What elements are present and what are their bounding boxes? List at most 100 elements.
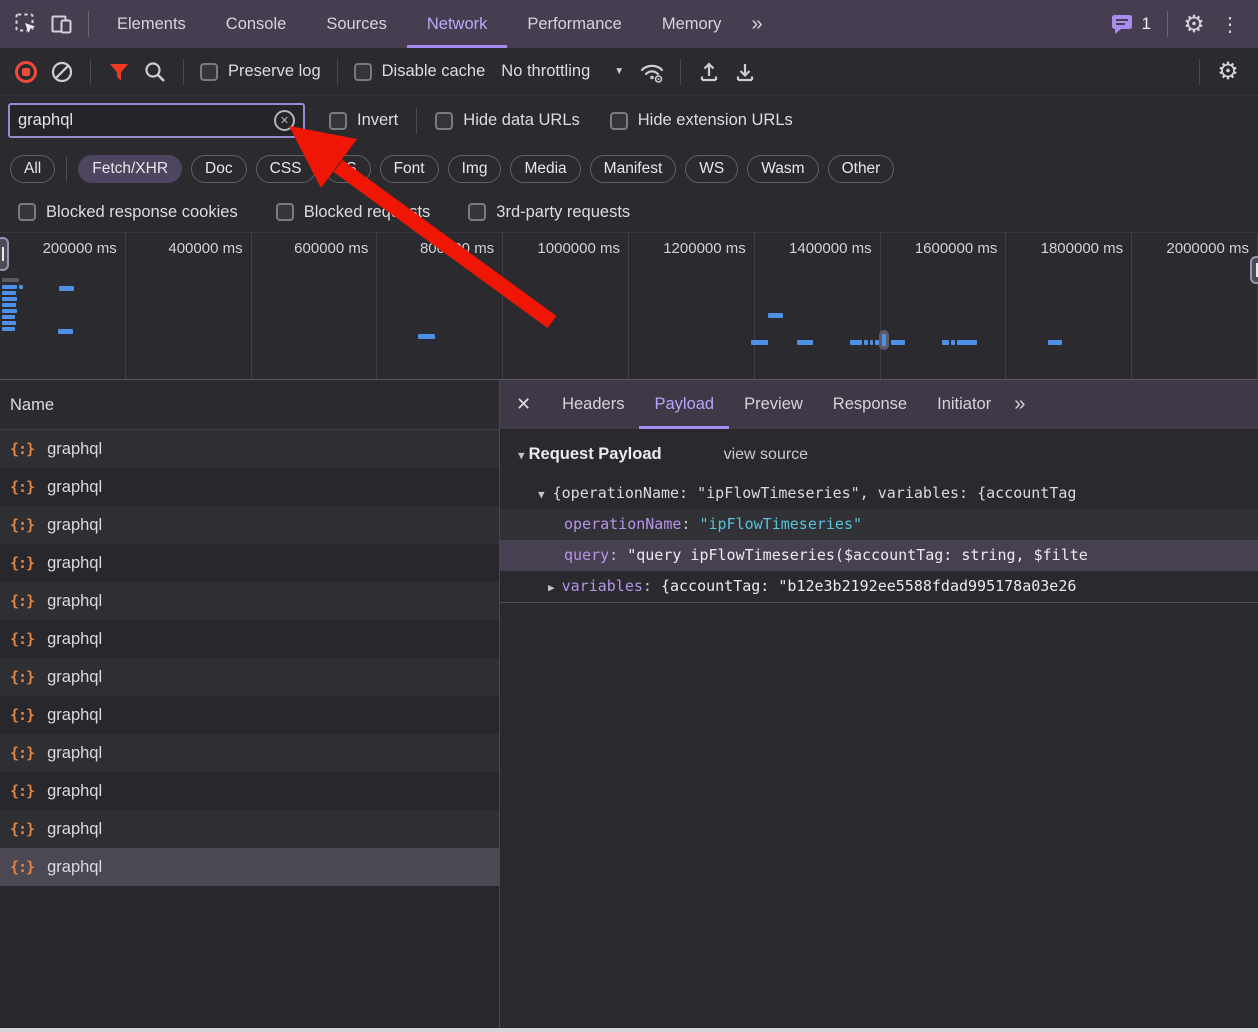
table-row[interactable]: {:} graphql <box>0 544 499 582</box>
inspect-element-icon[interactable] <box>8 0 44 48</box>
payload-row-operationname[interactable]: operationName: "ipFlowTimeseries" <box>500 509 1258 540</box>
timeline-grid: 200000 ms 400000 ms 600000 ms 800000 ms … <box>0 233 1258 379</box>
payload-row-query[interactable]: query: "query ipFlowTimeseries($accountT… <box>500 540 1258 571</box>
preserve-log-label: Preserve log <box>228 62 321 81</box>
close-icon[interactable]: ✕ <box>516 394 531 415</box>
table-row[interactable]: {:} graphql <box>0 772 499 810</box>
filter-input[interactable] <box>18 111 274 130</box>
chip-js[interactable]: JS <box>325 155 371 183</box>
record-network-log-button[interactable] <box>8 48 44 96</box>
table-row[interactable]: {:} graphql <box>0 620 499 658</box>
chip-doc[interactable]: Doc <box>191 155 247 183</box>
preserve-log-toggle[interactable]: Preserve log <box>194 62 327 81</box>
tab-console[interactable]: Console <box>206 0 307 48</box>
disable-cache-toggle[interactable]: Disable cache <box>348 62 492 81</box>
tab-response[interactable]: Response <box>818 380 922 429</box>
tab-initiator[interactable]: Initiator <box>922 380 1006 429</box>
table-row[interactable]: {:} graphql <box>0 506 499 544</box>
blocked-cookies-toggle[interactable]: Blocked response cookies <box>12 203 244 222</box>
tab-headers[interactable]: Headers <box>547 380 639 429</box>
table-row[interactable]: {:} graphql <box>0 468 499 506</box>
clear-filter-icon[interactable]: ✕ <box>274 110 295 131</box>
chip-other[interactable]: Other <box>828 155 895 183</box>
table-row[interactable]: {:} graphql <box>0 734 499 772</box>
table-row[interactable]: {:} graphql <box>0 658 499 696</box>
third-party-toggle[interactable]: 3rd-party requests <box>462 203 636 222</box>
network-conditions-button[interactable] <box>634 48 670 96</box>
search-icon <box>143 60 167 84</box>
request-name: graphql <box>47 820 102 839</box>
overview-grip-left[interactable] <box>0 237 9 271</box>
hide-extension-urls-checkbox[interactable] <box>610 112 628 130</box>
kebab-menu-icon[interactable]: ⋮ <box>1212 0 1248 48</box>
timeline-tick: 2000000 ms <box>1132 233 1258 379</box>
clear-network-log-button[interactable] <box>44 48 80 96</box>
collapse-triangle-icon[interactable]: ▶ <box>548 581 555 594</box>
table-row[interactable]: {:} graphql <box>0 430 499 468</box>
search-button[interactable] <box>137 48 173 96</box>
overview-grip-right[interactable] <box>1250 256 1258 284</box>
third-party-checkbox[interactable] <box>468 203 486 221</box>
throttling-select[interactable]: No throttling ▼ <box>491 62 634 81</box>
request-name: graphql <box>47 668 102 687</box>
payload-root-node[interactable]: ▼{operationName: "ipFlowTimeseries", var… <box>500 478 1258 509</box>
disable-cache-checkbox[interactable] <box>354 63 372 81</box>
table-row[interactable]: {:} graphql <box>0 848 499 886</box>
timeline-tick: 1400000 ms <box>755 233 881 379</box>
tab-elements[interactable]: Elements <box>97 0 206 48</box>
network-settings-gear-icon[interactable]: ⚙ <box>1210 48 1246 96</box>
chip-css[interactable]: CSS <box>256 155 316 183</box>
waterfall-bar <box>2 303 16 307</box>
waterfall-bar <box>2 309 17 313</box>
expand-triangle-icon[interactable]: ▼ <box>538 488 545 501</box>
json-value: "ipFlowTimeseries" <box>699 515 862 533</box>
payload-row-variables[interactable]: ▶variables: {accountTag: "b12e3b2192ee55… <box>500 571 1258 602</box>
table-row[interactable]: {:} graphql <box>0 582 499 620</box>
chip-media[interactable]: Media <box>510 155 580 183</box>
chip-all[interactable]: All <box>10 155 55 183</box>
timeline-tick: 200000 ms <box>0 233 126 379</box>
table-row[interactable]: {:} graphql <box>0 696 499 734</box>
network-overview-timeline[interactable]: 200000 ms 400000 ms 600000 ms 800000 ms … <box>0 232 1258 380</box>
chip-manifest[interactable]: Manifest <box>590 155 677 183</box>
chip-wasm[interactable]: Wasm <box>747 155 818 183</box>
json-xhr-icon: {:} <box>10 820 34 838</box>
waterfall-bar <box>2 291 16 295</box>
tab-payload[interactable]: Payload <box>639 380 729 429</box>
blocked-requests-checkbox[interactable] <box>276 203 294 221</box>
export-har-button[interactable] <box>727 48 763 96</box>
table-row[interactable]: {:} graphql <box>0 810 499 848</box>
request-rows: {:} graphql {:} graphql {:} graphql {:} … <box>0 430 499 886</box>
chip-fetch-xhr[interactable]: Fetch/XHR <box>78 155 182 183</box>
window-bottom-edge <box>0 1028 1258 1032</box>
hide-data-urls-checkbox[interactable] <box>435 112 453 130</box>
expand-triangle-icon[interactable]: ▼ <box>518 449 525 462</box>
chip-ws[interactable]: WS <box>685 155 738 183</box>
name-column-header[interactable]: Name <box>0 380 499 430</box>
chip-img[interactable]: Img <box>448 155 502 183</box>
waterfall-bar <box>751 340 768 345</box>
timeline-tick: 400000 ms <box>126 233 252 379</box>
blocked-requests-toggle[interactable]: Blocked requests <box>270 203 437 222</box>
invert-checkbox[interactable] <box>329 112 347 130</box>
issues-button[interactable]: 1 <box>1102 13 1159 35</box>
tab-memory[interactable]: Memory <box>642 0 742 48</box>
hide-data-urls-toggle[interactable]: Hide data URLs <box>429 111 585 130</box>
details-tabbar: ✕ Headers Payload Preview Response Initi… <box>500 380 1258 429</box>
invert-toggle[interactable]: Invert <box>323 111 404 130</box>
tab-preview[interactable]: Preview <box>729 380 818 429</box>
hide-extension-urls-toggle[interactable]: Hide extension URLs <box>604 111 799 130</box>
view-source-link[interactable]: view source <box>724 446 808 464</box>
chip-font[interactable]: Font <box>380 155 439 183</box>
import-har-button[interactable] <box>691 48 727 96</box>
device-toolbar-icon[interactable] <box>44 0 80 48</box>
tab-sources[interactable]: Sources <box>306 0 407 48</box>
filter-toggle-button[interactable] <box>101 48 137 96</box>
tab-performance[interactable]: Performance <box>507 0 641 48</box>
blocked-cookies-checkbox[interactable] <box>18 203 36 221</box>
more-detail-tabs-icon[interactable]: » <box>1006 393 1031 416</box>
settings-gear-icon[interactable]: ⚙ <box>1176 0 1212 48</box>
preserve-log-checkbox[interactable] <box>200 63 218 81</box>
more-tabs-icon[interactable]: » <box>741 13 770 36</box>
tab-network[interactable]: Network <box>407 0 508 48</box>
